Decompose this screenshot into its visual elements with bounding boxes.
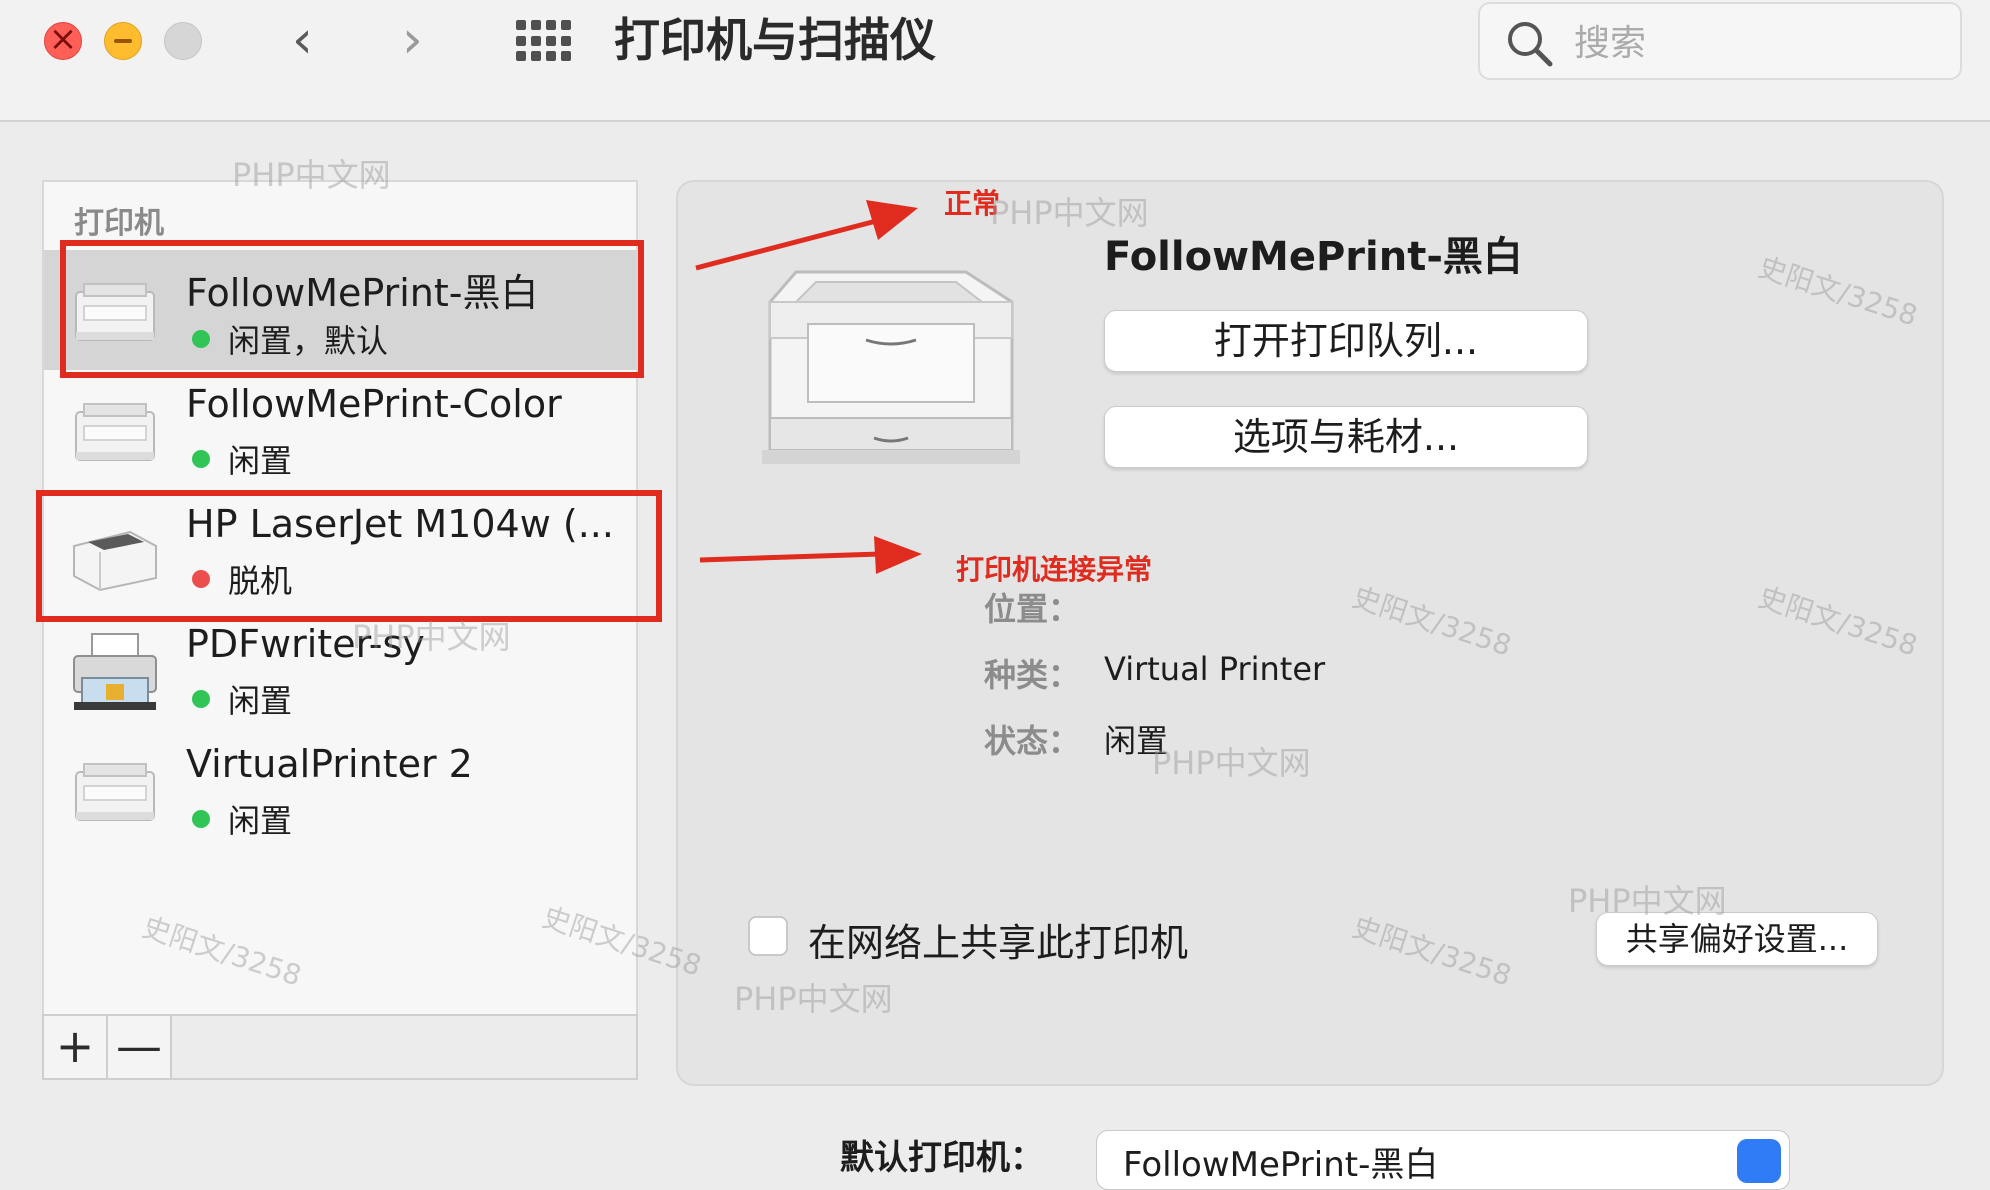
watermark: PHP中文网 [352, 618, 511, 656]
watermark: PHP中文网 [990, 194, 1149, 232]
watermark: PHP中文网 [1568, 882, 1727, 920]
watermark: PHP中文网 [1152, 744, 1311, 782]
watermark: PHP中文网 [734, 980, 893, 1018]
watermark: PHP中文网 [232, 156, 391, 194]
annotation-connection-error: 打印机连接异常 [956, 553, 1153, 586]
